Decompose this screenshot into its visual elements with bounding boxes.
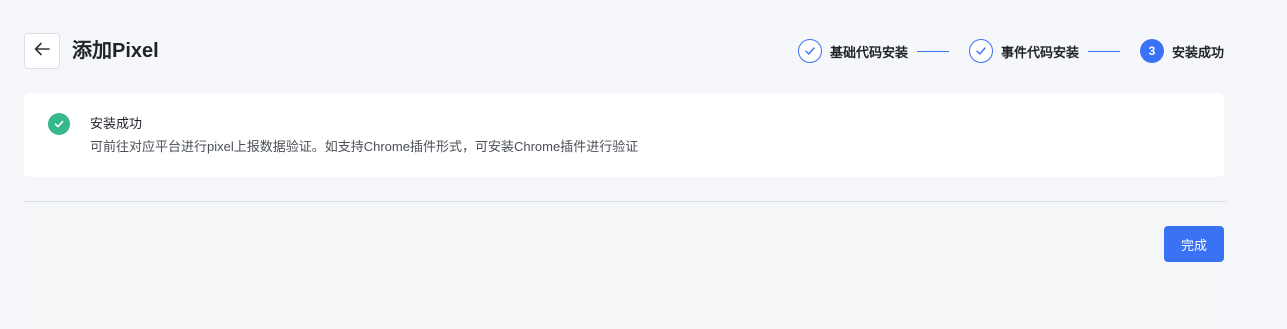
success-result-card: 安装成功 可前往对应平台进行pixel上报数据验证。如支持Chrome插件形式，… [24,93,1224,177]
step-number: 3 [1139,39,1164,63]
success-check-icon [48,113,70,135]
result-title: 安装成功 [90,116,143,131]
step-basic-code: 基础代码安装 [797,39,908,63]
page-title: 添加Pixel [72,40,159,62]
steps-indicator: 基础代码安装 事件代码安装 3 安装成功 [797,39,1224,63]
step-label: 基础代码安装 [829,44,908,60]
step-complete-check-icon [797,39,822,63]
step-label: 安装成功 [1171,44,1224,60]
step-install-success: 3 安装成功 [1139,39,1224,63]
step-event-code: 事件代码安装 [968,39,1079,63]
arrow-left-icon [33,40,51,63]
done-button[interactable]: 完成 [1164,226,1224,262]
result-description: 可前往对应平台进行pixel上报数据验证。如支持Chrome插件形式，可安装Ch… [90,139,639,154]
step-complete-check-icon [968,39,993,63]
page: 添加Pixel 基础代码安装 事件代码安装 3 安装成功 安装成功 可前往对应平… [0,0,1287,329]
step-connector [916,50,949,52]
back-button[interactable] [24,33,60,69]
step-label: 事件代码安装 [1000,44,1079,60]
step-connector [1087,50,1120,52]
footer-bar [24,201,1227,329]
